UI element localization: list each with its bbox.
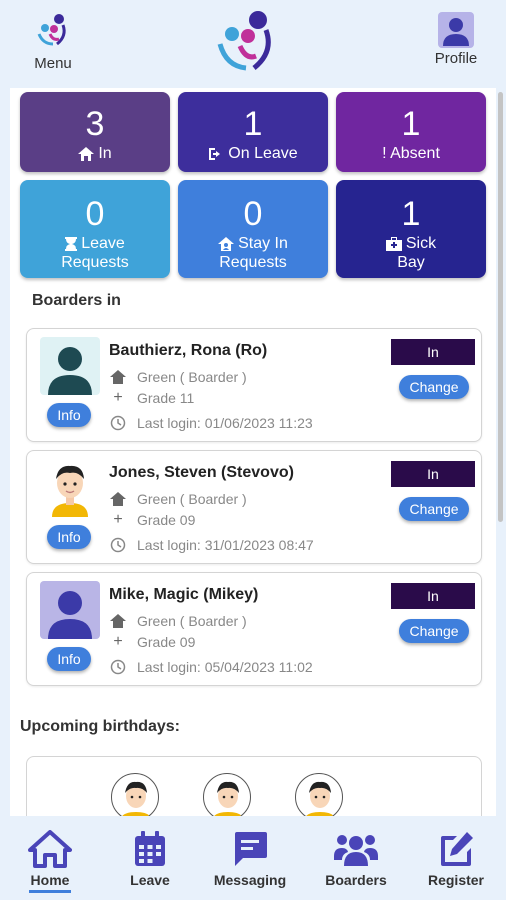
boarders-in-title: Boarders in [32, 292, 121, 309]
active-underline [29, 890, 71, 893]
tile-stay-in-requests-count: 0 [243, 195, 263, 233]
boarder-card: Info Mike, Magic (Mikey) Green ( Boarder… [26, 572, 482, 686]
nav-leave-label: Leave [130, 872, 170, 888]
home-icon [109, 369, 127, 385]
top-bar: Menu Profile [0, 0, 506, 88]
nav-messaging[interactable]: Messaging [200, 816, 300, 888]
home-icon [109, 491, 127, 507]
tile-stay-in-requests-label-2: Requests [219, 254, 287, 271]
message-icon [235, 832, 267, 866]
tile-stay-in-requests[interactable]: 0 Stay In Requests [178, 180, 328, 278]
avatar [40, 337, 100, 395]
status-badge: In [391, 583, 475, 609]
menu-label: Menu [34, 55, 72, 72]
nav-messaging-label: Messaging [213, 872, 287, 888]
change-button[interactable]: Change [399, 375, 469, 399]
change-button[interactable]: Change [399, 497, 469, 521]
clock-icon [109, 415, 127, 431]
tile-on-leave-count: 1 [243, 105, 263, 143]
tile-sick-bay-label-1: Sick [405, 235, 437, 252]
info-button[interactable]: Info [47, 403, 91, 427]
nav-home[interactable]: Home [0, 816, 100, 893]
nav-register[interactable]: Register [406, 816, 506, 888]
boarder-card: Info Jones, Steven (Stevovo) Green ( Boa… [26, 450, 482, 564]
info-button[interactable]: Info [47, 647, 91, 671]
menu-logo-icon [37, 14, 66, 46]
tile-absent-label: ! Absent [382, 145, 440, 162]
profile-button[interactable]: Profile [428, 12, 484, 67]
nav-boarders-label: Boarders [325, 872, 387, 888]
tile-stay-in-requests-label-1: Stay In [238, 235, 288, 252]
avatar[interactable] [111, 773, 159, 816]
medkit-icon [385, 236, 402, 251]
change-button[interactable]: Change [399, 619, 469, 643]
tile-absent[interactable]: 1 ! Absent [336, 92, 486, 172]
tile-sick-bay-count: 1 [401, 195, 421, 233]
tile-leave-requests-label-1: Leave [81, 235, 125, 252]
avatar[interactable] [295, 773, 343, 816]
sign-out-icon [209, 148, 221, 160]
upcoming-birthdays-title: Upcoming birthdays: [20, 718, 181, 735]
house-user-icon [218, 236, 235, 251]
boarder-name: Mike, Magic (Mikey) [109, 586, 259, 603]
plus-icon: + [113, 633, 123, 650]
nav-home-label: Home [30, 872, 70, 888]
status-badge: In [391, 339, 475, 365]
menu-button[interactable]: Menu [28, 12, 78, 72]
nav-leave[interactable]: Leave [100, 816, 200, 888]
boarder-last-login: Last login: 31/01/2023 08:47 [137, 537, 314, 553]
plus-icon: + [113, 511, 123, 528]
boarder-house: Green ( Boarder ) [137, 369, 247, 385]
boarder-name: Bauthierz, Rona (Ro) [109, 342, 268, 359]
boarder-house: Green ( Boarder ) [137, 491, 247, 507]
boarder-grade: Grade 09 [137, 634, 196, 650]
plus-icon: + [113, 389, 123, 406]
hourglass-icon [65, 236, 78, 251]
tile-in[interactable]: 3 In [20, 92, 170, 172]
clock-icon [109, 537, 127, 553]
avatar [40, 581, 100, 639]
home-icon [28, 830, 72, 868]
boarder-last-login: Last login: 01/06/2023 11:23 [137, 415, 313, 431]
boarder-house: Green ( Boarder ) [137, 613, 247, 629]
boarder-grade: Grade 09 [137, 512, 196, 528]
tile-on-leave-label: On Leave [228, 145, 298, 162]
avatar [40, 459, 100, 517]
profile-label: Profile [434, 50, 478, 67]
boarder-name: Jones, Steven (Stevovo) [109, 464, 294, 481]
avatar[interactable] [203, 773, 251, 816]
calendar-icon [135, 831, 165, 866]
tile-leave-requests-count: 0 [85, 195, 105, 233]
app-logo-icon [217, 11, 271, 71]
tile-absent-count: 1 [401, 105, 421, 143]
bottom-nav: Home Leave Messaging Boarders Register [0, 816, 506, 900]
tile-in-count: 3 [85, 105, 105, 143]
tile-sick-bay-label-2: Bay [397, 254, 425, 271]
profile-avatar-icon [438, 12, 474, 48]
tile-sick-bay[interactable]: 1 Sick Bay [336, 180, 486, 278]
boarder-grade: Grade 11 [137, 390, 195, 406]
main-content: 3 In 1 On Leave 1 ! Absent 0 Leave Reque… [10, 88, 496, 816]
status-badge: In [391, 461, 475, 487]
nav-boarders[interactable]: Boarders [306, 816, 406, 888]
info-button[interactable]: Info [47, 525, 91, 549]
nav-register-label: Register [427, 872, 485, 888]
birthdays-card [26, 756, 482, 816]
boarder-card: Info Bauthierz, Rona (Ro) Green ( Boarde… [26, 328, 482, 442]
boarder-last-login: Last login: 05/04/2023 11:02 [137, 659, 313, 675]
scrollbar[interactable] [498, 92, 503, 522]
home-icon [109, 613, 127, 629]
tile-in-label: In [98, 145, 112, 162]
home-icon [78, 147, 95, 161]
tile-leave-requests[interactable]: 0 Leave Requests [20, 180, 170, 278]
clock-icon [109, 659, 127, 675]
people-icon [334, 835, 378, 866]
tile-on-leave[interactable]: 1 On Leave [178, 92, 328, 172]
edit-icon [441, 832, 473, 866]
tile-leave-requests-label-2: Requests [61, 254, 129, 271]
